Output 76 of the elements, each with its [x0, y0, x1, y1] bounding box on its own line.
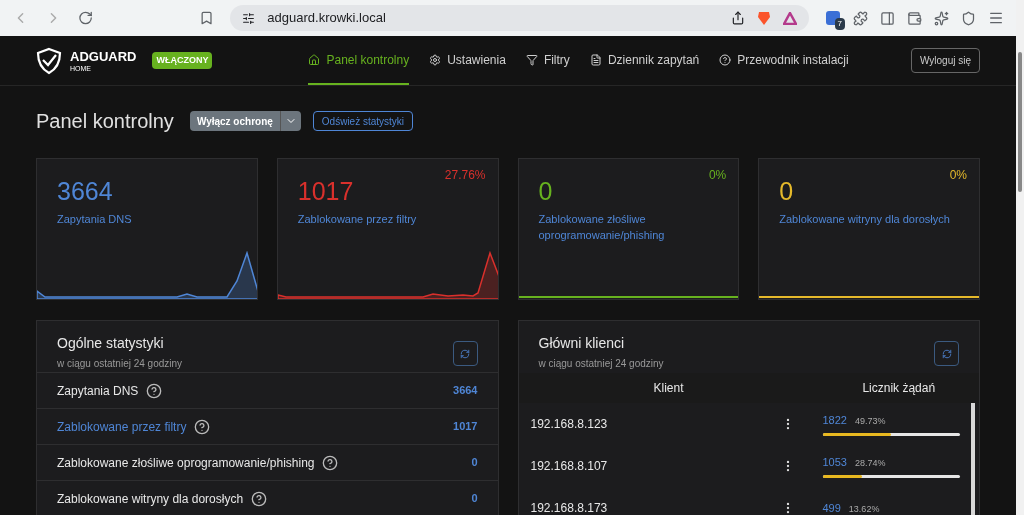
stat-row-label: Zablokowane witryny dla dorosłych	[57, 490, 244, 508]
stat-percent: 0%	[949, 167, 967, 183]
client-ip: 192.168.8.107	[530, 458, 609, 475]
home-icon	[308, 53, 321, 66]
shield-icon[interactable]	[961, 10, 976, 26]
help-icon	[719, 53, 732, 66]
request-percent: 13.62%	[848, 502, 880, 515]
refresh-button[interactable]	[452, 341, 478, 366]
nav-link[interactable]: Filtry	[525, 36, 570, 85]
help-icon[interactable]	[194, 418, 211, 435]
extension-badge: 7	[834, 18, 845, 30]
stat-label: Zablokowane złośliwe oprogramowanie/phishing	[538, 212, 666, 243]
stat-row-value: 1017	[453, 419, 478, 435]
refresh-button[interactable]	[934, 341, 959, 366]
settings-icon	[429, 53, 442, 66]
stat-percent: 0%	[708, 167, 727, 183]
wallet-icon[interactable]	[907, 10, 922, 26]
address-bar[interactable]: adguard.krowki.local	[230, 5, 809, 31]
stat-row-label: Zapytania DNS	[57, 382, 139, 400]
nav-link[interactable]: Panel kontrolny	[308, 36, 410, 85]
help-icon[interactable]	[146, 382, 163, 399]
logout-button[interactable]: Wyloguj się	[910, 48, 980, 73]
stat-value: 0	[779, 176, 795, 207]
stat-row-label: Zablokowane złośliwe oprogramowanie/phishing	[57, 454, 315, 472]
share-icon[interactable]	[731, 11, 745, 25]
help-icon[interactable]	[322, 454, 339, 471]
stat-row-value: 0	[471, 455, 478, 471]
request-count[interactable]: 1822	[822, 412, 847, 429]
site-settings-icon[interactable]	[242, 11, 256, 25]
refresh-icon	[460, 348, 470, 359]
request-percent: 49.73%	[855, 415, 886, 429]
panel-subtitle: w ciągu ostatniej 24 godziny	[57, 357, 183, 371]
stat-row-value: 3664	[453, 383, 478, 399]
stat-label: Zablokowane witryny dla dorosłych	[779, 212, 951, 227]
request-count[interactable]: 1053	[822, 454, 847, 471]
refresh-stats-button[interactable]: Odśwież statystyki	[312, 111, 414, 131]
column-header: Licznik żądań	[861, 380, 937, 397]
request-percent: 28.74%	[855, 457, 886, 471]
scrollbar-thumb[interactable]	[971, 403, 975, 515]
url-text: adguard.krowki.local	[267, 9, 386, 28]
stat-label: Zablokowane przez filtry	[297, 212, 418, 227]
nav-link[interactable]: Dziennik zapytań	[589, 36, 700, 85]
status-badge: WŁĄCZONY	[152, 51, 213, 70]
panel-title: Ogólne statystyki	[57, 334, 165, 353]
refresh-icon	[941, 348, 952, 359]
triangle-icon[interactable]	[783, 11, 797, 25]
logo-title: ADGUARD	[70, 49, 137, 63]
log-icon	[589, 53, 602, 66]
puzzle-icon[interactable]	[853, 10, 868, 26]
filter-icon	[525, 53, 538, 66]
column-header: Klient	[652, 380, 685, 397]
client-ip: 192.168.8.123	[530, 416, 609, 433]
panel-subtitle: w ciągu ostatniej 24 godziny	[538, 357, 664, 371]
reload-icon[interactable]	[78, 10, 94, 26]
stat-value: 1017	[297, 176, 355, 207]
page-title: Panel kontrolny	[36, 109, 174, 134]
nav-link[interactable]: Ustawienia	[429, 36, 506, 85]
stat-row-label[interactable]: Zablokowane przez filtry	[57, 417, 187, 436]
stat-row-value: 0	[471, 491, 478, 507]
nav-link[interactable]: Przewodnik instalacji	[719, 36, 849, 85]
client-ip: 192.168.8.173	[530, 500, 609, 515]
protection-split-button[interactable]: Wyłącz ochronę	[189, 111, 301, 131]
bookmark-icon[interactable]	[199, 10, 215, 26]
shield-check-logo-icon	[36, 46, 62, 75]
extension-square-icon[interactable]	[825, 10, 841, 26]
help-icon[interactable]	[251, 490, 268, 507]
stat-label: Zapytania DNS	[57, 212, 133, 227]
stat-value: 3664	[57, 176, 114, 207]
request-count[interactable]: 499	[822, 499, 841, 515]
menu-icon[interactable]	[988, 10, 1004, 26]
stat-value: 0	[538, 176, 554, 207]
sidebar-icon[interactable]	[880, 10, 895, 26]
lion-shield-icon[interactable]	[757, 10, 771, 26]
sparkle-icon[interactable]	[934, 10, 949, 26]
stat-percent: 27.76%	[444, 167, 486, 183]
panel-title: Główni klienci	[538, 334, 626, 353]
